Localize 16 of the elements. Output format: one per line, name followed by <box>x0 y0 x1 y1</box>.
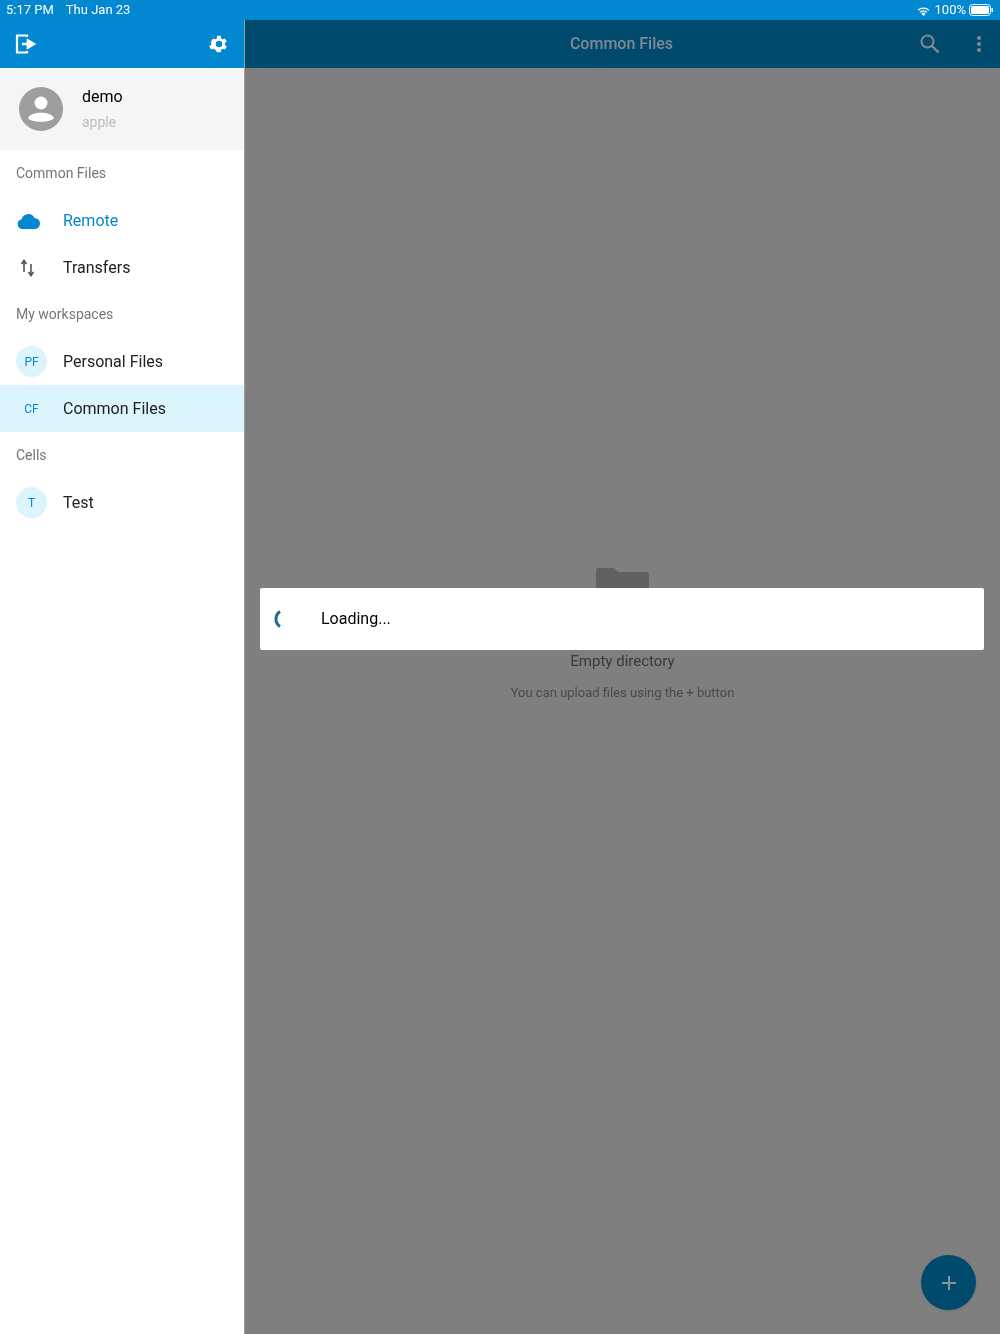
toolbar-title: Common Files <box>569 33 674 55</box>
battery-percent: 100% <box>934 1 966 20</box>
workspace-item[interactable]: PF Personal Files <box>0 338 244 385</box>
status-date: Thu Jan 23 <box>65 1 131 20</box>
workspace-item[interactable]: CF Common Files <box>0 385 244 432</box>
status-time: 5:17 PM <box>6 1 54 20</box>
empty-title: Empty directory <box>570 652 675 670</box>
user-account: apple <box>82 113 118 132</box>
loading-message: Loading... <box>321 608 391 630</box>
section-heading: My workspaces <box>15 305 115 324</box>
section-heading: Common Files <box>15 164 108 183</box>
nav-item[interactable]: Remote <box>0 197 244 244</box>
section-heading: Cells <box>15 446 48 465</box>
nav-item[interactable]: Transfers <box>0 244 244 291</box>
user-name: demo <box>82 86 123 108</box>
workspace-item[interactable]: T Test <box>0 479 244 526</box>
